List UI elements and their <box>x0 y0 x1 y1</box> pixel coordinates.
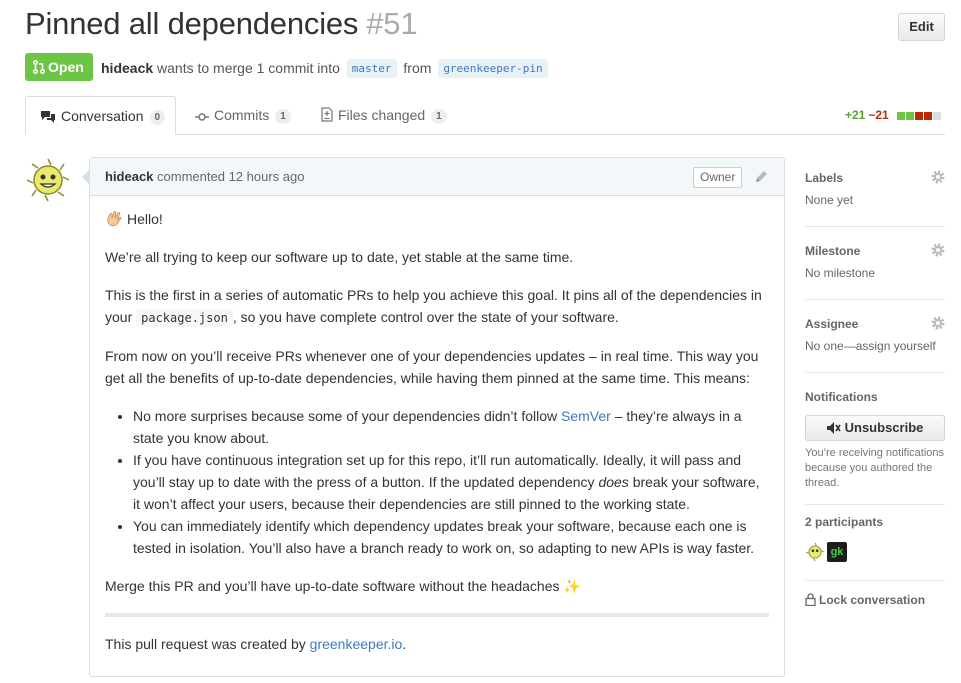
pr-author-link[interactable]: hideack <box>101 60 153 76</box>
comment-meta[interactable]: commented 12 hours ago <box>157 169 304 184</box>
package-json-code: package.json <box>136 309 233 327</box>
milestone-section[interactable]: Milestone No milestone <box>805 227 945 300</box>
diffstat[interactable]: +21 −21 <box>845 108 942 123</box>
pr-title: Pinned all dependencies <box>25 6 359 41</box>
greeting-line: Hello! <box>105 208 769 230</box>
diffstat-blocks <box>897 109 942 123</box>
lock-icon <box>805 593 816 607</box>
list-item-emphasis: does <box>598 474 629 490</box>
unsubscribe-label: Unsubscribe <box>844 420 924 435</box>
divider <box>105 613 769 617</box>
merge-text-from: from <box>403 60 432 76</box>
notifications-section: Notifications Unsubscribe You’re receivi… <box>805 373 945 505</box>
tab-files-count: 1 <box>431 109 447 124</box>
comment-author-link[interactable]: hideack <box>105 169 153 184</box>
file-diff-icon <box>321 107 333 122</box>
edit-button[interactable]: Edit <box>898 13 945 41</box>
pencil-icon[interactable] <box>754 170 768 184</box>
paragraph-3: From now on you’ll receive PRs whenever … <box>105 348 759 386</box>
footer-text: This pull request was created by <box>105 636 306 652</box>
pr-number: #51 <box>366 6 418 41</box>
lock-label: Lock conversation <box>819 593 926 607</box>
comment-box: hideack commented 12 hours ago Owner Hel… <box>82 157 785 677</box>
footer-period: . <box>402 636 407 652</box>
participant-avatars: gk <box>805 542 945 562</box>
discussion-sidebar: Labels None yet Milestone No milestone A… <box>805 160 945 607</box>
pr-state-label: Open <box>48 59 84 75</box>
milestone-value: No milestone <box>805 266 876 280</box>
head-branch: greenkeeper-pin <box>438 59 548 78</box>
lock-conversation-link[interactable]: Lock conversation <box>805 581 945 607</box>
sparkles-icon: ✨ <box>563 578 581 594</box>
semver-link[interactable]: SemVer <box>561 408 611 424</box>
notifications-title: Notifications <box>805 390 878 404</box>
diffstat-block <box>906 112 915 120</box>
mute-icon <box>826 422 841 434</box>
owner-badge: Owner <box>693 167 743 188</box>
tab-conversation-label: Conversation <box>61 108 144 124</box>
pr-state-badge: Open <box>25 53 93 81</box>
merge-text: wants to merge 1 commit into <box>157 60 340 76</box>
tab-commits[interactable]: Commits 1 <box>195 96 291 135</box>
pr-tabs: Conversation 0 Commits 1 Files changed 1 <box>25 96 945 135</box>
git-commit-icon <box>195 113 209 121</box>
list-item: You can immediately identify which depen… <box>133 515 769 559</box>
wave-icon <box>107 211 122 227</box>
participant-avatar[interactable] <box>805 542 825 562</box>
footer-line: This pull request was created by greenke… <box>105 633 769 655</box>
labels-title: Labels <box>805 171 844 185</box>
gear-icon[interactable] <box>931 243 945 257</box>
base-branch: master <box>346 59 397 78</box>
paragraph-2-text-end: , so you have complete control over the … <box>232 309 619 325</box>
greenkeeper-link[interactable]: greenkeeper.io <box>310 636 403 652</box>
pr-title-row: Pinned all dependencies #51 <box>25 6 418 42</box>
paragraph-4-text: Merge this PR and you’ll have up-to-date… <box>105 578 560 594</box>
diffstat-block <box>924 112 933 120</box>
git-pull-request-icon <box>32 59 46 75</box>
diffstat-block <box>897 112 906 120</box>
labels-value: None yet <box>805 193 854 207</box>
diffstat-deletions: −21 <box>868 108 889 122</box>
participants-section: 2 participants gk <box>805 505 945 581</box>
paragraph-1: We’re all trying to keep our software up… <box>105 249 574 265</box>
benefits-list: No more surprises because some of your d… <box>105 405 769 559</box>
assignee-title: Assignee <box>805 317 859 331</box>
author-avatar[interactable] <box>25 157 71 203</box>
paragraph-4: Merge this PR and you’ll have up-to-date… <box>105 575 769 597</box>
milestone-title: Milestone <box>805 244 861 258</box>
tab-conversation[interactable]: Conversation 0 <box>25 96 176 135</box>
tab-conversation-count: 0 <box>149 110 166 125</box>
tab-files-changed[interactable]: Files changed 1 <box>321 96 447 135</box>
pr-meta: hideack wants to merge 1 commit into mas… <box>101 59 551 78</box>
labels-section[interactable]: Labels None yet <box>805 160 945 227</box>
notifications-note: You’re receiving notifications because y… <box>805 447 945 489</box>
diffstat-additions: +21 <box>845 108 866 122</box>
comment-body: Hello! We’re all trying to keep our soft… <box>90 196 784 683</box>
gear-icon[interactable] <box>931 170 945 184</box>
unsubscribe-button[interactable]: Unsubscribe <box>805 415 945 441</box>
list-item-text: No more surprises because some of your d… <box>133 408 558 424</box>
diffstat-block <box>915 112 924 120</box>
diffstat-block <box>933 112 942 120</box>
comment-header: hideack commented 12 hours ago <box>90 158 784 196</box>
assignee-section[interactable]: Assignee No one—assign yourself <box>805 300 945 373</box>
greeting-text: Hello! <box>127 211 163 227</box>
participant-avatar[interactable]: gk <box>827 542 847 562</box>
paragraph-2: This is the first in a series of automat… <box>105 284 769 329</box>
participants-title: 2 participants <box>805 515 884 529</box>
tab-commits-label: Commits <box>214 107 270 123</box>
gear-icon[interactable] <box>931 316 945 330</box>
tab-commits-count: 1 <box>275 109 291 124</box>
comment-discussion-icon <box>41 111 55 123</box>
tab-files-label: Files changed <box>338 107 426 123</box>
list-item: If you have continuous integration set u… <box>133 449 769 515</box>
list-item: No more surprises because some of your d… <box>133 405 769 449</box>
assignee-value[interactable]: No one—assign yourself <box>805 339 945 353</box>
